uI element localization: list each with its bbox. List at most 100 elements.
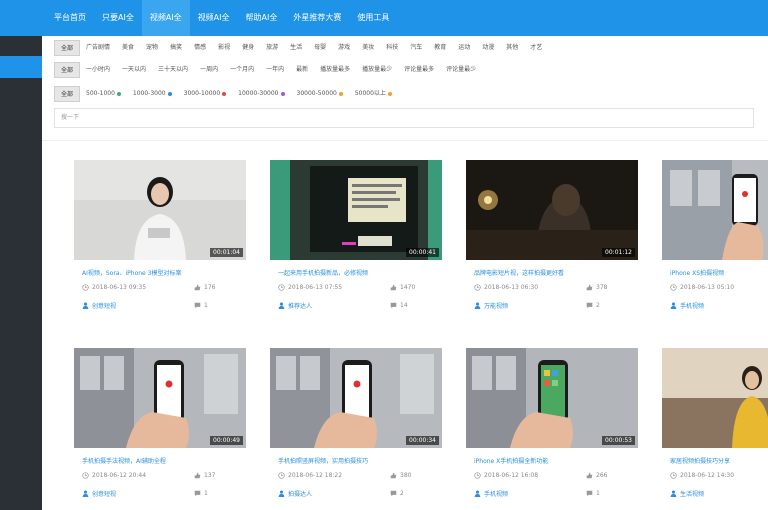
video-title[interactable]: 手机拍摄手法视频，AI辅助全程	[82, 456, 242, 465]
user-icon	[670, 302, 677, 309]
video-author[interactable]: 手机视频	[484, 489, 508, 498]
video-comments: 2	[400, 490, 404, 497]
nav-item-4[interactable]: 帮助AI全	[238, 0, 286, 36]
filter-chip[interactable]: 最新	[290, 62, 314, 78]
nav-item-5[interactable]: 外星推荐大赛	[285, 0, 349, 36]
video-author[interactable]: 拍摄达人	[288, 489, 312, 498]
filter-chip[interactable]: 生活	[284, 40, 308, 56]
category-filter-row: 全部 广告剧情 美食 宠物 搞笑 情感 影视 健身 旅游 生活 母婴 游戏 美妆 科技 汽车 教育 运动 动漫 其他…	[54, 38, 548, 58]
video-title[interactable]: iPhone X手机拍摄全新功能	[474, 456, 634, 465]
video-title[interactable]: 一起来用手机拍摄新品，必修视频	[278, 268, 438, 277]
video-title[interactable]: 品牌电影短片视，这样拍摄更好看	[474, 268, 634, 277]
filter-chip[interactable]: 全部	[54, 40, 81, 56]
filter-chip[interactable]: 美妆	[356, 40, 380, 56]
clock-icon	[278, 284, 285, 291]
nav-item-video[interactable]: 视频AI全	[141, 0, 190, 36]
color-dot	[116, 91, 121, 96]
video-meta-bottom: 手机视频 1	[670, 301, 768, 310]
filter-chip[interactable]: 游戏	[332, 40, 356, 56]
nav-item-1[interactable]: 只要AI全	[94, 0, 142, 36]
video-comments: 2	[596, 302, 600, 309]
video-thumbnail[interactable]: 00:01:20	[662, 348, 768, 448]
filter-chip[interactable]: 情感	[188, 40, 212, 56]
video-author[interactable]: 创意短视	[92, 489, 116, 498]
filter-chip[interactable]: 一周内	[194, 62, 224, 78]
filter-chip[interactable]: 50000以上	[349, 86, 398, 102]
video-card[interactable]: 00:00:58 iPhone XS拍摄视频 2018-06-13 05:10 …	[662, 160, 768, 330]
thumb-up-icon	[586, 284, 593, 291]
video-thumbnail[interactable]: 00:00:58	[662, 160, 768, 260]
filter-chip[interactable]: 旅游	[260, 40, 284, 56]
filter-chip[interactable]: 一天以内	[116, 62, 152, 78]
filter-chip[interactable]: 广告剧情	[80, 40, 116, 56]
filter-chip[interactable]: 全部	[54, 86, 81, 102]
filter-chip[interactable]: 教育	[428, 40, 452, 56]
video-card[interactable]: 00:00:41 一起来用手机拍摄新品，必修视频 2018-06-13 07:5…	[270, 160, 442, 330]
comment-icon	[586, 302, 593, 309]
video-meta-top: 2018-06-13 07:55 1470	[278, 284, 438, 291]
video-card[interactable]: 00:00:34 手机拍照竖屏视频，实用拍摄技巧 2018-06-12 18:2…	[270, 348, 442, 510]
video-thumbnail[interactable]: 00:01:12	[466, 160, 638, 260]
filter-chip[interactable]: 播放量最多	[314, 62, 356, 78]
video-author[interactable]: 创意短视	[92, 301, 116, 310]
filter-chip[interactable]: 影视	[212, 40, 236, 56]
video-author[interactable]: 生活视频	[680, 489, 704, 498]
user-icon	[670, 490, 677, 497]
video-card[interactable]: 00:01:04 AI视频，Sora、iPhone 3模型对标案 2018-06…	[74, 160, 246, 330]
video-title[interactable]: 家居视频拍摄技巧分享	[670, 456, 768, 465]
video-card[interactable]: 00:00:53 iPhone X手机拍摄全新功能 2018-06-12 16:…	[466, 348, 638, 510]
filter-chip[interactable]: 全部	[54, 62, 81, 78]
filter-chip[interactable]: 动漫	[476, 40, 500, 56]
filter-chip[interactable]: 科技	[380, 40, 404, 56]
filter-chip[interactable]: 其他	[500, 40, 524, 56]
nav-item-3[interactable]: 视频AI全	[190, 0, 238, 36]
video-title[interactable]: 手机拍照竖屏视频，实用拍摄技巧	[278, 456, 438, 465]
clock-icon	[278, 472, 285, 479]
filter-chip[interactable]: 评论量最多	[398, 62, 440, 78]
user-icon	[474, 490, 481, 497]
video-date: 2018-06-12 20:44	[92, 472, 147, 479]
filter-chip[interactable]: 一个月内	[224, 62, 260, 78]
video-thumbnail[interactable]: 00:00:41	[270, 160, 442, 260]
video-card[interactable]: 00:01:20 家居视频拍摄技巧分享 2018-06-12 14:30 198…	[662, 348, 768, 510]
filter-chip[interactable]: 一小时内	[80, 62, 116, 78]
video-thumbnail[interactable]: 00:00:53	[466, 348, 638, 448]
filter-chip[interactable]: 播放量最少	[356, 62, 398, 78]
nav-item-6[interactable]: 使用工具	[349, 0, 397, 36]
views-filter-row: 全部 500-1000 1000-3000 3000-10000 10000-30000…	[54, 84, 398, 104]
filter-chip[interactable]: 才艺	[524, 40, 548, 56]
video-meta-bottom: 创意短视 1	[82, 301, 242, 310]
filter-chip[interactable]: 10000-30000	[232, 86, 290, 102]
left-sidebar	[0, 36, 42, 510]
nav-item-home[interactable]: 平台首页	[46, 0, 94, 36]
filter-chip[interactable]: 美食	[116, 40, 140, 56]
filter-chip[interactable]: 健身	[236, 40, 260, 56]
video-thumbnail[interactable]: 00:01:04	[74, 160, 246, 260]
filter-chip[interactable]: 宠物	[140, 40, 164, 56]
filter-chip[interactable]: 500-1000	[80, 86, 127, 102]
filter-chip[interactable]: 一年内	[260, 62, 290, 78]
filter-chip[interactable]: 1000-3000	[127, 86, 178, 102]
filter-chip[interactable]: 运动	[452, 40, 476, 56]
video-author[interactable]: 手机视频	[680, 301, 704, 310]
filter-chip[interactable]: 三十天以内	[152, 62, 194, 78]
sidebar-item-active[interactable]	[0, 56, 42, 78]
video-card[interactable]: 00:01:12 品牌电影短片视，这样拍摄更好看 2018-06-13 06:3…	[466, 160, 638, 330]
video-date: 2018-06-12 18:22	[288, 472, 343, 479]
video-author[interactable]: 推荐达人	[288, 301, 312, 310]
video-author[interactable]: 万能视频	[484, 301, 508, 310]
video-thumbnail[interactable]: 00:00:34	[270, 348, 442, 448]
video-thumbnail[interactable]: 00:00:49	[74, 348, 246, 448]
top-navigation: 平台首页 只要AI全 视频AI全 视频AI全 帮助AI全 外星推荐大赛 使用工具	[0, 0, 768, 36]
filter-chip[interactable]: 汽车	[404, 40, 428, 56]
video-title[interactable]: AI视频，Sora、iPhone 3模型对标案	[82, 268, 242, 277]
video-title[interactable]: iPhone XS拍摄视频	[670, 268, 768, 277]
search-input[interactable]: 搜一下	[54, 108, 754, 128]
filter-chip[interactable]: 30000-50000	[291, 86, 349, 102]
filter-chip[interactable]: 母婴	[308, 40, 332, 56]
filter-chip[interactable]: 3000-10000	[178, 86, 233, 102]
filter-chip[interactable]: 搞笑	[164, 40, 188, 56]
main-content: 全部 广告剧情 美食 宠物 搞笑 情感 影视 健身 旅游 生活 母婴 游戏 美妆 科技 汽车 教育 运动 动漫 其他…	[42, 36, 768, 510]
video-card[interactable]: 00:00:49 手机拍摄手法视频，AI辅助全程 2018-06-12 20:4…	[74, 348, 246, 510]
filter-chip[interactable]: 评论量最少	[440, 62, 482, 78]
